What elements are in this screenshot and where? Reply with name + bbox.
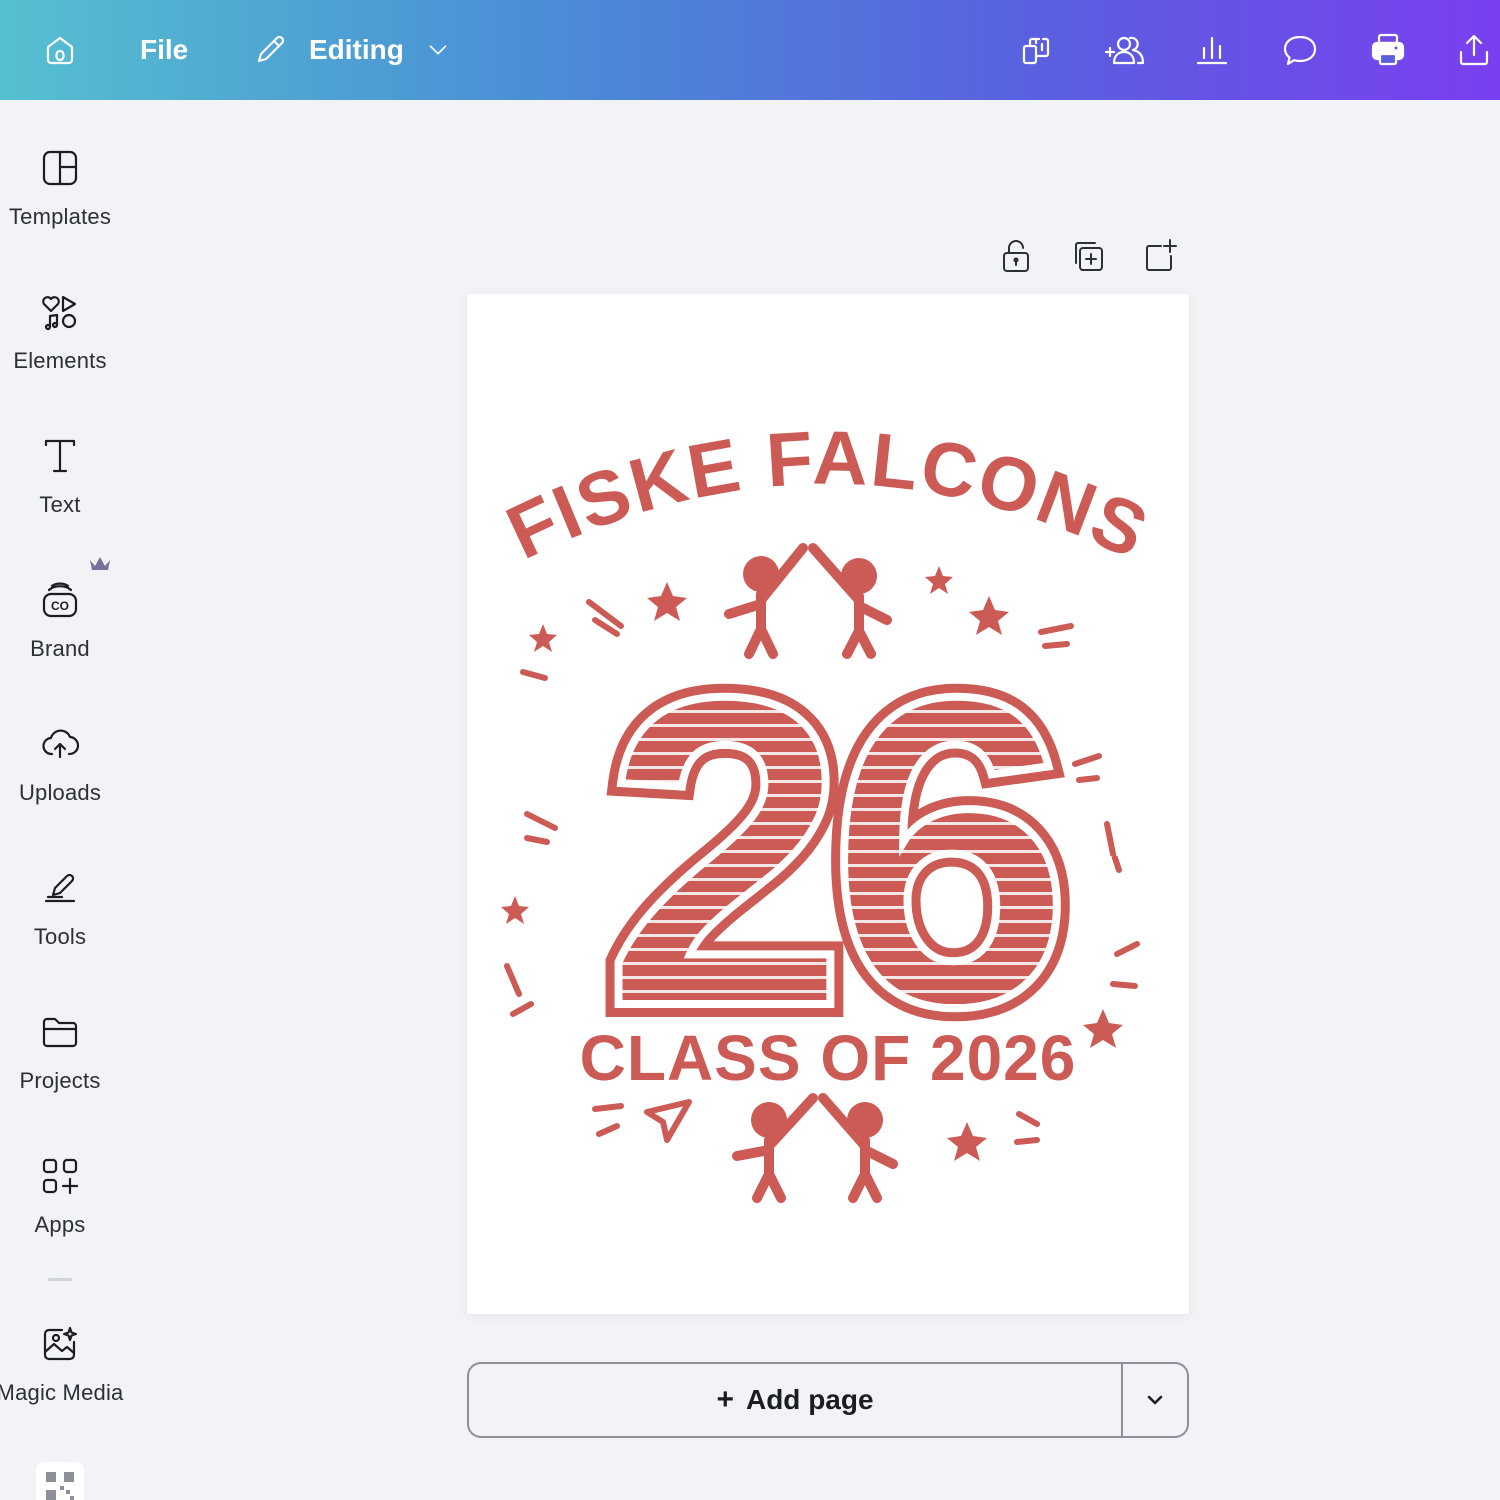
add-page-control: + Add page: [467, 1362, 1189, 1438]
sidebar-item-projects[interactable]: Projects: [0, 1010, 120, 1130]
sidebar-item-label: Apps: [34, 1212, 86, 1237]
home-button[interactable]: [36, 26, 84, 74]
plus-icon: +: [716, 1383, 734, 1416]
top-bar: File Editing: [0, 0, 1500, 100]
text-icon: [44, 439, 76, 473]
add-page-button[interactable]: + Add page: [469, 1364, 1121, 1436]
brand-icon: CO: [42, 582, 78, 618]
home-icon: [46, 36, 74, 65]
chevron-down-icon: [1147, 1395, 1163, 1405]
uploads-icon: [42, 729, 80, 759]
comment-button[interactable]: [1276, 26, 1324, 74]
print-button[interactable]: [1364, 26, 1412, 74]
insights-button[interactable]: [1188, 26, 1236, 74]
qr-code-app-icon[interactable]: [36, 1462, 84, 1500]
add-page-dropdown[interactable]: [1121, 1364, 1187, 1436]
templates-icon: [42, 150, 78, 186]
chevron-down-icon[interactable]: [414, 26, 462, 74]
sidebar-item-brand[interactable]: CO Brand: [0, 578, 120, 698]
sidebar-item-magic-media[interactable]: Magic Media: [0, 1322, 124, 1442]
add-people-icon: [1104, 36, 1145, 65]
duplicate-page-button[interactable]: [1070, 238, 1110, 278]
apps-icon: [42, 1158, 79, 1195]
print-icon: [1371, 33, 1405, 66]
add-page-icon-button[interactable]: [1142, 238, 1182, 278]
crown-icon: [90, 557, 110, 570]
sidebar-item-label: Text: [39, 492, 81, 517]
sidebar-item-label: Brand: [30, 636, 90, 661]
resize-icon: [1022, 37, 1050, 65]
add-page-icon: [1146, 239, 1177, 271]
insights-icon: [1196, 36, 1228, 65]
lock-page-button[interactable]: [998, 238, 1038, 278]
sidebar-divider: [48, 1278, 72, 1281]
design-page[interactable]: FISKE FALCONS 26 26 CLASS OF 2026: [467, 294, 1189, 1314]
add-page-label: Add page: [745, 1384, 874, 1415]
paper-plane-icon: [644, 1099, 692, 1143]
sidebar-item-apps[interactable]: Apps: [0, 1154, 120, 1274]
sidebar-item-elements[interactable]: Elements: [0, 290, 120, 410]
sidebar-item-label: Magic Media: [0, 1380, 124, 1405]
resize-button[interactable]: [1012, 26, 1060, 74]
duplicate-page-icon: [1075, 242, 1103, 271]
editing-mode-dropdown[interactable]: Editing: [309, 28, 404, 72]
tools-icon: [44, 873, 76, 903]
pencil-icon[interactable]: [246, 26, 294, 74]
share-icon: [1459, 34, 1489, 66]
sidebar-item-tools[interactable]: Tools: [0, 866, 120, 986]
class-of-text: CLASS OF 2026: [580, 1022, 1077, 1094]
sidebar-item-templates[interactable]: Templates: [0, 146, 120, 266]
elements-icon: [42, 295, 77, 331]
sidebar-item-label: Uploads: [18, 780, 102, 805]
sidebar-item-text[interactable]: Text: [0, 434, 120, 554]
sidebar-item-label: Templates: [8, 204, 112, 229]
top-arc-text: FISKE FALCONS: [494, 416, 1161, 576]
sidebar-item-label: Tools: [33, 924, 87, 949]
svg-text:CO: CO: [51, 599, 69, 613]
projects-icon: [42, 1017, 78, 1048]
class-of-2026-graphic[interactable]: FISKE FALCONS 26 26 CLASS OF 2026: [467, 294, 1189, 1314]
sidebar-item-uploads[interactable]: Uploads: [0, 722, 120, 842]
share-button[interactable]: [1450, 26, 1498, 74]
kids-high-five-bottom: [732, 1093, 898, 1203]
lock-icon: [1003, 240, 1029, 272]
file-menu[interactable]: File: [140, 28, 188, 72]
comment-icon: [1283, 35, 1317, 66]
left-sidebar: Templates Elements Text CO Brand Uploads…: [0, 100, 124, 1500]
magic-media-icon: [43, 1326, 78, 1361]
add-people-button[interactable]: [1098, 26, 1152, 74]
sidebar-item-label: Projects: [19, 1068, 101, 1093]
sidebar-item-label: Elements: [13, 348, 107, 373]
